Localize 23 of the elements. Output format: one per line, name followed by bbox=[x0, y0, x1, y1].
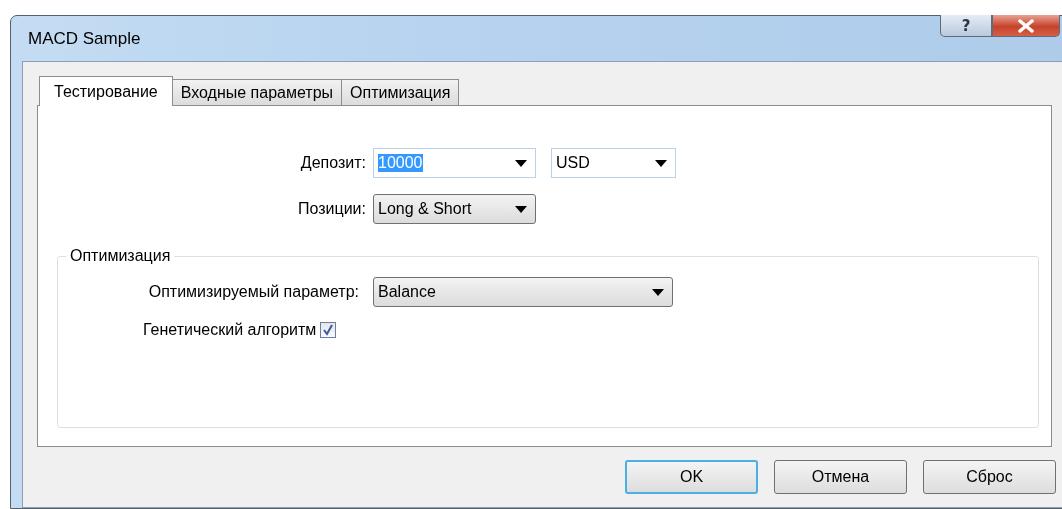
dialog-button[interactable]: OK bbox=[625, 460, 758, 494]
dropdown-field[interactable]: USD bbox=[551, 148, 676, 178]
group-title: Оптимизация bbox=[66, 247, 175, 265]
dropdown-field[interactable]: Balance bbox=[373, 277, 673, 307]
caret-icon bbox=[655, 159, 667, 167]
field-label: Оптимизируемый параметр: bbox=[147, 283, 359, 301]
checkbox-label: Генетический алгоритм bbox=[143, 321, 317, 339]
close-button[interactable] bbox=[992, 15, 1060, 37]
caret-icon bbox=[652, 288, 664, 296]
dropdown-field[interactable]: Long & Short bbox=[373, 194, 536, 224]
tab[interactable]: Входные параметры bbox=[171, 79, 343, 105]
checkbox[interactable] bbox=[320, 322, 337, 338]
help-button[interactable]: ? bbox=[940, 15, 992, 37]
close-icon bbox=[1017, 18, 1035, 33]
window-title: MACD Sample bbox=[27, 28, 141, 49]
dialog-button[interactable]: Сброс bbox=[923, 460, 1056, 494]
dialog-button[interactable]: Отмена bbox=[774, 460, 907, 494]
tab[interactable]: Тестирование bbox=[39, 76, 173, 106]
field-label: Позиции: bbox=[298, 200, 366, 218]
tab[interactable]: Оптимизация bbox=[341, 79, 460, 105]
caret-icon bbox=[515, 205, 527, 213]
field-label: Депозит: bbox=[300, 154, 366, 172]
caret-icon bbox=[515, 159, 527, 167]
